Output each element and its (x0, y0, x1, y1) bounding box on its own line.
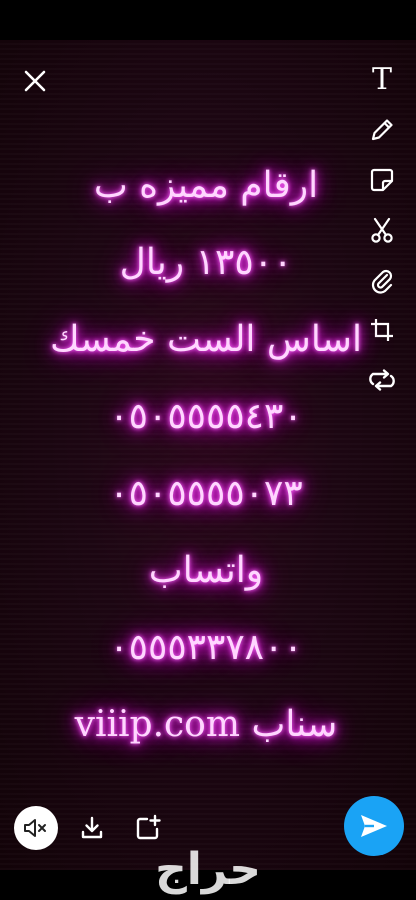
close-button[interactable] (18, 64, 52, 98)
mute-icon (24, 819, 46, 837)
text-icon: T (371, 62, 392, 97)
caption-line: ١٣٥٠٠ ريال (119, 242, 293, 283)
close-icon (24, 70, 46, 92)
haraj-watermark: حراج (155, 844, 261, 895)
download-icon (81, 816, 103, 839)
caption-line: ٠٥٥٥٣٣٧٨٠٠ (109, 627, 303, 668)
caption-line: ٠٥٠٥٥٥٥٠٧٣ (109, 473, 303, 514)
caption-line: ارقام مميزه ب (93, 165, 319, 206)
caption-line: ٠٥٠٥٥٥٥٤٣٠ (109, 396, 303, 437)
caption-line: اساس الست خمسك (50, 319, 362, 360)
send-icon (361, 815, 387, 837)
draw-tool-button[interactable] (364, 112, 400, 148)
snap-editor-screen: T ارقام مميزه ب ١٣٥٠٠ ريال اساس الست خمس… (0, 0, 416, 900)
neon-caption-text: ارقام مميزه ب ١٣٥٠٠ ريال اساس الست خمسك … (36, 160, 376, 776)
caption-line: واتساب (148, 550, 264, 591)
add-story-icon (136, 814, 161, 840)
text-tool-button[interactable]: T (364, 62, 400, 98)
pencil-icon (371, 119, 393, 141)
caption-line: سناب viiip.com (74, 704, 338, 745)
